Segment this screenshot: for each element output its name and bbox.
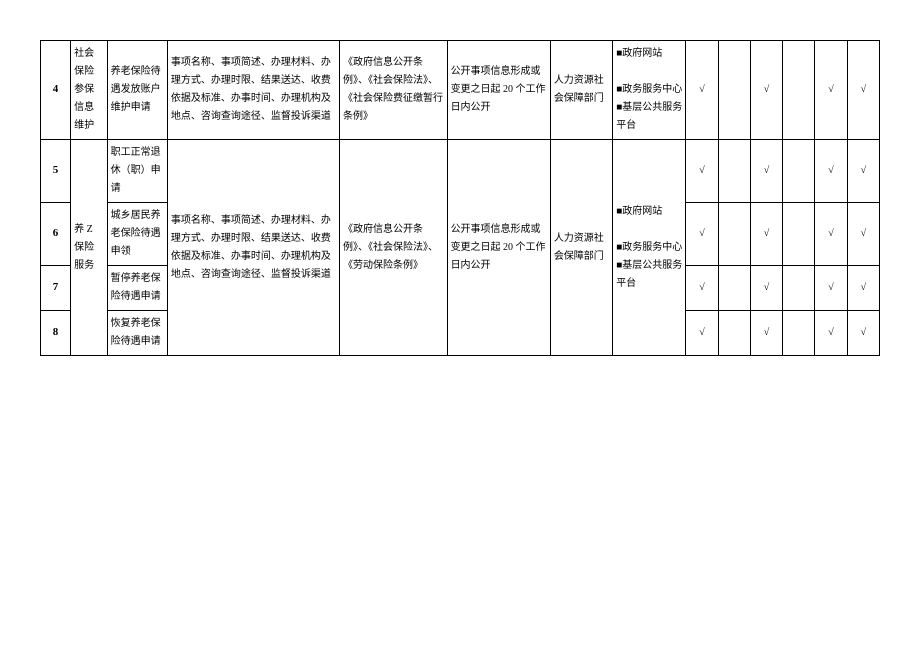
row-number: 5 bbox=[41, 140, 71, 203]
basis-cell: 《政府信息公开条例》、《社会保险法》、《社会保险费征缴暂行条例》 bbox=[340, 41, 448, 140]
check-cell: √ bbox=[686, 41, 718, 140]
check-cell: √ bbox=[815, 203, 847, 266]
check-cell: √ bbox=[750, 311, 782, 356]
check-cell bbox=[718, 41, 750, 140]
time-cell: 公开事项信息形成或变更之日起 20 个工作日内公开 bbox=[447, 41, 550, 140]
check-cell bbox=[718, 140, 750, 203]
row-number: 4 bbox=[41, 41, 71, 140]
table-row: 5 养 Z 保险服务 职工正常退休（职）申请 事项名称、事项简述、办理材料、办理… bbox=[41, 140, 880, 203]
check-cell: √ bbox=[750, 140, 782, 203]
check-cell bbox=[783, 311, 815, 356]
check-cell: √ bbox=[750, 266, 782, 311]
check-cell bbox=[783, 140, 815, 203]
check-cell: √ bbox=[686, 203, 718, 266]
channel-label: 政务服务中心 bbox=[622, 84, 682, 95]
check-cell bbox=[718, 311, 750, 356]
channel-label: 政务服务中心 bbox=[622, 242, 682, 253]
channel-label: 基层公共服务平台 bbox=[616, 102, 682, 131]
check-cell: √ bbox=[686, 266, 718, 311]
channel-cell: ■政府网站 ■政务服务中心 ■基层公共服务平台 bbox=[613, 140, 686, 356]
check-cell: √ bbox=[847, 140, 879, 203]
category-cell: 养 Z 保险服务 bbox=[71, 140, 108, 356]
channel-label: 政府网站 bbox=[622, 48, 662, 59]
check-cell: √ bbox=[815, 140, 847, 203]
check-cell: √ bbox=[847, 41, 879, 140]
item-cell: 暂停养老保险待遇申请 bbox=[107, 266, 167, 311]
row-number: 6 bbox=[41, 203, 71, 266]
dept-cell: 人力资源社会保障部门 bbox=[550, 41, 612, 140]
check-cell bbox=[718, 266, 750, 311]
check-cell bbox=[718, 203, 750, 266]
row-number: 8 bbox=[41, 311, 71, 356]
row-number: 7 bbox=[41, 266, 71, 311]
item-cell: 养老保险待遇发放账户维护申请 bbox=[107, 41, 167, 140]
basis-cell: 《政府信息公开条例》、《社会保险法》、《劳动保险条例》 bbox=[340, 140, 448, 356]
check-cell bbox=[783, 203, 815, 266]
check-cell: √ bbox=[815, 311, 847, 356]
check-cell: √ bbox=[847, 311, 879, 356]
time-cell: 公开事项信息形成或变更之日起 20 个工作日内公开 bbox=[447, 140, 550, 356]
table-row: 4 社会保险参保信息维护 养老保险待遇发放账户维护申请 事项名称、事项简述、办理… bbox=[41, 41, 880, 140]
item-cell: 城乡居民养老保险待遇申领 bbox=[107, 203, 167, 266]
check-cell: √ bbox=[815, 266, 847, 311]
dept-cell: 人力资源社会保障部门 bbox=[550, 140, 612, 356]
channel-label: 基层公共服务平台 bbox=[616, 260, 682, 289]
channel-cell: ■政府网站 ■政务服务中心 ■基层公共服务平台 bbox=[613, 41, 686, 140]
check-cell: √ bbox=[750, 203, 782, 266]
check-cell bbox=[783, 266, 815, 311]
check-cell: √ bbox=[815, 41, 847, 140]
item-cell: 职工正常退休（职）申请 bbox=[107, 140, 167, 203]
category-cell: 社会保险参保信息维护 bbox=[71, 41, 108, 140]
content-cell: 事项名称、事项简述、办理材料、办理方式、办理时限、结果送达、收费依据及标准、办事… bbox=[167, 140, 339, 356]
check-cell: √ bbox=[686, 311, 718, 356]
channel-label: 政府网站 bbox=[622, 206, 662, 217]
check-cell bbox=[783, 41, 815, 140]
check-cell: √ bbox=[847, 203, 879, 266]
check-cell: √ bbox=[750, 41, 782, 140]
content-cell: 事项名称、事项简述、办理材料、办理方式、办理时限、结果送达、收费依据及标准、办事… bbox=[167, 41, 339, 140]
item-cell: 恢复养老保险待遇申请 bbox=[107, 311, 167, 356]
check-cell: √ bbox=[847, 266, 879, 311]
check-cell: √ bbox=[686, 140, 718, 203]
disclosure-table: 4 社会保险参保信息维护 养老保险待遇发放账户维护申请 事项名称、事项简述、办理… bbox=[40, 40, 880, 356]
